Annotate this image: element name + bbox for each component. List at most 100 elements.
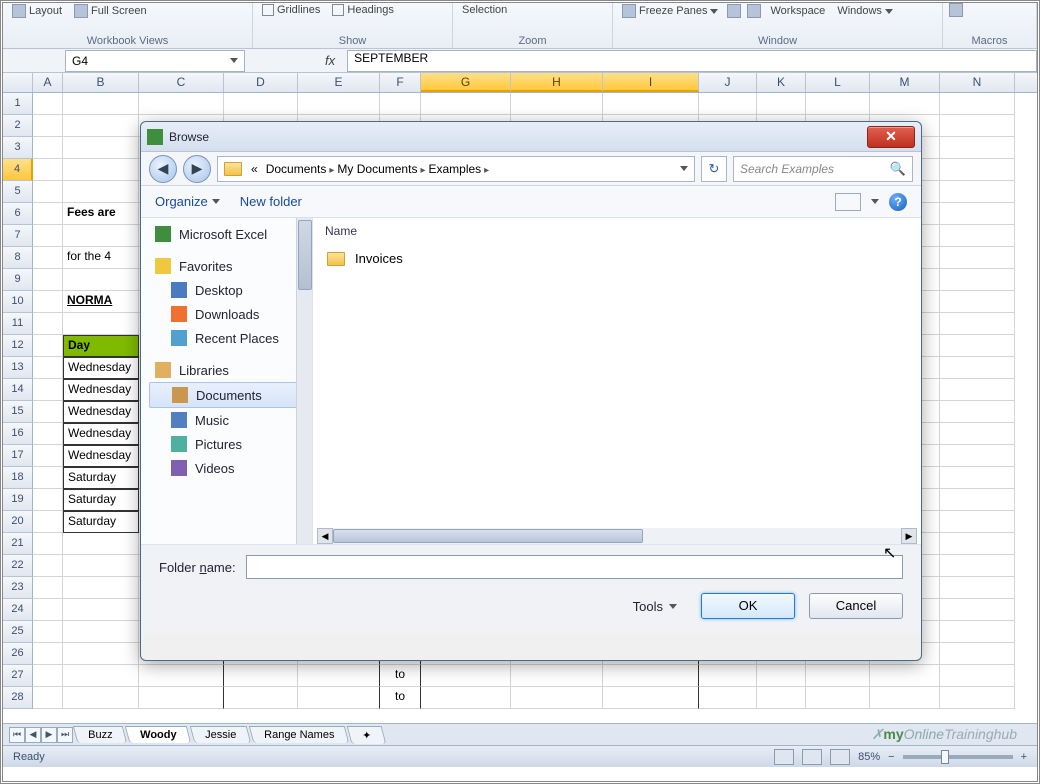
- row-header[interactable]: 3: [3, 137, 33, 159]
- cell[interactable]: [940, 577, 1015, 599]
- cell[interactable]: Wednesday: [63, 423, 139, 445]
- cell[interactable]: [139, 93, 224, 115]
- cell[interactable]: [940, 643, 1015, 665]
- cell[interactable]: [224, 665, 298, 687]
- help-icon[interactable]: ?: [889, 193, 907, 211]
- cell[interactable]: Wednesday: [63, 379, 139, 401]
- col-header-E[interactable]: E: [298, 73, 380, 92]
- row-header[interactable]: 9: [3, 269, 33, 291]
- cell[interactable]: [940, 445, 1015, 467]
- cell[interactable]: [940, 291, 1015, 313]
- zoom-slider[interactable]: [903, 755, 1013, 759]
- nav-documents[interactable]: Documents: [149, 382, 304, 408]
- cell[interactable]: [940, 467, 1015, 489]
- cell[interactable]: [33, 291, 63, 313]
- workspace-button[interactable]: Workspace: [767, 4, 828, 18]
- cell[interactable]: [380, 93, 421, 115]
- cell[interactable]: [298, 687, 380, 709]
- cell[interactable]: [940, 489, 1015, 511]
- cell[interactable]: [940, 555, 1015, 577]
- cell[interactable]: [870, 665, 940, 687]
- cell[interactable]: [806, 665, 870, 687]
- cell[interactable]: [511, 93, 603, 115]
- full-screen-button[interactable]: Full Screen: [71, 3, 150, 19]
- cell[interactable]: Saturday: [63, 489, 139, 511]
- cell[interactable]: Day: [63, 335, 139, 357]
- cancel-button[interactable]: Cancel: [809, 593, 903, 619]
- chevron-down-icon[interactable]: [871, 199, 879, 204]
- row-header[interactable]: 2: [3, 115, 33, 137]
- cell[interactable]: [33, 665, 63, 687]
- cell[interactable]: [63, 533, 139, 555]
- col-header-C[interactable]: C: [139, 73, 224, 92]
- cell[interactable]: NORMA: [63, 291, 139, 313]
- file-pane[interactable]: Name Invoices ↖ ◀ ▶: [313, 218, 921, 544]
- cell[interactable]: [33, 467, 63, 489]
- page-layout-view-button[interactable]: [802, 749, 822, 765]
- cell[interactable]: [33, 577, 63, 599]
- cell[interactable]: [33, 181, 63, 203]
- chevron-down-icon[interactable]: [680, 166, 688, 171]
- nav-downloads[interactable]: Downloads: [149, 302, 304, 326]
- forward-button[interactable]: ▶: [183, 155, 211, 183]
- nav-videos[interactable]: Videos: [149, 456, 304, 480]
- breadcrumb[interactable]: « Documents▸My Documents▸Examples▸: [217, 156, 695, 182]
- back-button[interactable]: ◀: [149, 155, 177, 183]
- cell[interactable]: [33, 401, 63, 423]
- cell[interactable]: [63, 159, 139, 181]
- cell[interactable]: [139, 665, 224, 687]
- breadcrumb-item[interactable]: Examples: [425, 162, 484, 176]
- cell[interactable]: [421, 687, 511, 709]
- cell[interactable]: [33, 445, 63, 467]
- headings-checkbox[interactable]: Headings: [329, 3, 396, 17]
- cell[interactable]: [224, 687, 298, 709]
- col-header-J[interactable]: J: [699, 73, 757, 92]
- cell[interactable]: Fees are: [63, 203, 139, 225]
- cell[interactable]: [63, 599, 139, 621]
- search-input[interactable]: Search Examples 🔍: [733, 156, 913, 182]
- breadcrumb-item[interactable]: My Documents: [334, 162, 420, 176]
- cell[interactable]: [63, 687, 139, 709]
- cell[interactable]: [33, 225, 63, 247]
- macros-icon[interactable]: [949, 3, 963, 17]
- cell[interactable]: [33, 137, 63, 159]
- cell[interactable]: to: [380, 665, 421, 687]
- cell[interactable]: [699, 687, 757, 709]
- cell[interactable]: [699, 93, 757, 115]
- row-header[interactable]: 7: [3, 225, 33, 247]
- cell[interactable]: [940, 269, 1015, 291]
- sheet-tab[interactable]: Woody: [125, 726, 192, 743]
- sheet-tab[interactable]: Buzz: [73, 726, 128, 743]
- nav-pane[interactable]: Microsoft Excel Favorites Desktop Downlo…: [141, 218, 313, 544]
- cell[interactable]: Saturday: [63, 511, 139, 533]
- cell[interactable]: [63, 93, 139, 115]
- cell[interactable]: [806, 93, 870, 115]
- cell[interactable]: [870, 93, 940, 115]
- cell[interactable]: [806, 687, 870, 709]
- nav-favorites[interactable]: Favorites: [149, 254, 304, 278]
- cell[interactable]: Saturday: [63, 467, 139, 489]
- cell[interactable]: [421, 665, 511, 687]
- cell[interactable]: [421, 93, 511, 115]
- cell[interactable]: [33, 621, 63, 643]
- tab-last-button[interactable]: ⏭: [57, 727, 73, 743]
- name-box[interactable]: G4: [65, 50, 245, 72]
- cell[interactable]: [940, 599, 1015, 621]
- cell[interactable]: [63, 225, 139, 247]
- col-header-A[interactable]: A: [33, 73, 63, 92]
- row-header[interactable]: 26: [3, 643, 33, 665]
- cell[interactable]: [940, 115, 1015, 137]
- page-break-view-button[interactable]: [830, 749, 850, 765]
- nav-excel[interactable]: Microsoft Excel: [149, 222, 304, 246]
- nav-libraries[interactable]: Libraries: [149, 358, 304, 382]
- row-header[interactable]: 18: [3, 467, 33, 489]
- file-item[interactable]: Invoices: [313, 245, 921, 272]
- cell[interactable]: [33, 423, 63, 445]
- cell[interactable]: [603, 665, 699, 687]
- row-header[interactable]: 4: [3, 159, 33, 181]
- row-header[interactable]: 14: [3, 379, 33, 401]
- row-header[interactable]: 20: [3, 511, 33, 533]
- row-header[interactable]: 21: [3, 533, 33, 555]
- cell[interactable]: [33, 93, 63, 115]
- cell[interactable]: [940, 665, 1015, 687]
